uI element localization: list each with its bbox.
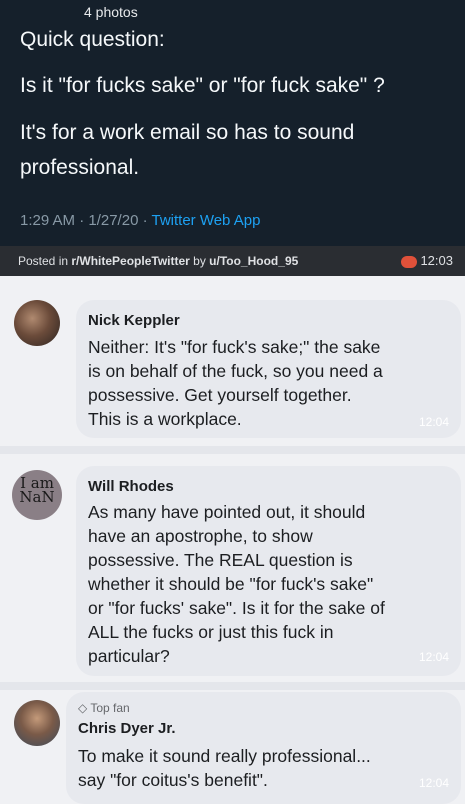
- comment-bubble-2: Will Rhodes As many have pointed out, it…: [76, 466, 461, 676]
- comment-line: possessive. The REAL question is: [88, 550, 353, 570]
- comment-line: whether it should be "for fuck's sake": [88, 574, 374, 594]
- comment-time: 12:04: [418, 776, 449, 790]
- tweet-line-1: Quick question:: [20, 28, 165, 51]
- commenter-name[interactable]: Will Rhodes: [88, 478, 174, 495]
- post-prefix: Posted in: [18, 254, 72, 268]
- tweet-meta: 1:29 AM · 1/27/20 · Twitter Web App: [20, 212, 260, 229]
- tweet-line-2: Is it "for fucks sake" or "for fuck sake…: [20, 74, 385, 97]
- top-fan-badge: ◇ Top fan: [78, 701, 130, 715]
- comment-line: have an apostrophe, to show: [88, 526, 313, 546]
- divider: [0, 682, 465, 690]
- tweet-source-link[interactable]: Twitter Web App: [151, 212, 260, 229]
- tweet-card: 4 photos Quick question: Is it "for fuck…: [0, 0, 465, 246]
- diamond-icon: ◇: [78, 701, 88, 715]
- post-time-text: 12:03: [420, 253, 453, 268]
- comment-line: or "for fucks' sake". Is it for the sake…: [88, 598, 385, 618]
- comment-text: Neither: It's "for fuck's sake;" the sak…: [88, 335, 383, 431]
- avatar-nick-keppler[interactable]: [14, 300, 60, 346]
- comment-line: ALL the fucks or just this fuck in: [88, 622, 334, 642]
- comment-text: To make it sound really professional... …: [78, 744, 371, 792]
- post-info: Posted in r/WhitePeopleTwitter by u/Too_…: [18, 254, 298, 268]
- comment-bubble-3: ◇ Top fan Chris Dyer Jr. To make it soun…: [66, 692, 461, 804]
- comment-line: As many have pointed out, it should: [88, 502, 366, 522]
- comment-line: To make it sound really professional...: [78, 746, 371, 766]
- comment-line: This is a workplace.: [88, 409, 242, 429]
- comment-time: 12:04: [418, 650, 449, 664]
- post-time: 12:03: [401, 253, 453, 268]
- comment-bubble-1: Nick Keppler Neither: It's "for fuck's s…: [76, 300, 461, 438]
- divider: [0, 446, 465, 454]
- subreddit-link[interactable]: r/WhitePeopleTwitter: [71, 254, 189, 268]
- top-fan-label: Top fan: [90, 701, 130, 715]
- photos-label[interactable]: 4 photos: [84, 4, 138, 20]
- tweet-line-4: professional.: [20, 156, 140, 179]
- post-middle: by: [189, 254, 210, 268]
- comment-line: is on behalf of the fuck, so you need a: [88, 361, 383, 381]
- tweet-timestamp: 1:29 AM · 1/27/20 ·: [20, 212, 152, 229]
- comment-line: Neither: It's "for fuck's sake;" the sak…: [88, 337, 381, 357]
- comment-line: possessive. Get yourself together.: [88, 385, 352, 405]
- username-link[interactable]: u/Too_Hood_95: [209, 254, 298, 268]
- comment-text: As many have pointed out, it should have…: [88, 500, 385, 668]
- comment-line: say "for coitus's benefit".: [78, 770, 268, 790]
- avatar-text: I am NaN: [19, 474, 55, 506]
- reddit-icon: [401, 255, 418, 268]
- comment-line: particular?: [88, 646, 170, 666]
- tweet-line-3: It's for a work email so has to sound: [20, 121, 355, 144]
- avatar-chris-dyer[interactable]: [14, 700, 60, 746]
- reddit-post-bar: Posted in r/WhitePeopleTwitter by u/Too_…: [0, 246, 465, 276]
- avatar-will-rhodes[interactable]: I am NaN: [12, 470, 62, 520]
- commenter-name[interactable]: Nick Keppler: [88, 312, 180, 329]
- comment-time: 12:04: [418, 415, 449, 429]
- commenter-name[interactable]: Chris Dyer Jr.: [78, 720, 176, 737]
